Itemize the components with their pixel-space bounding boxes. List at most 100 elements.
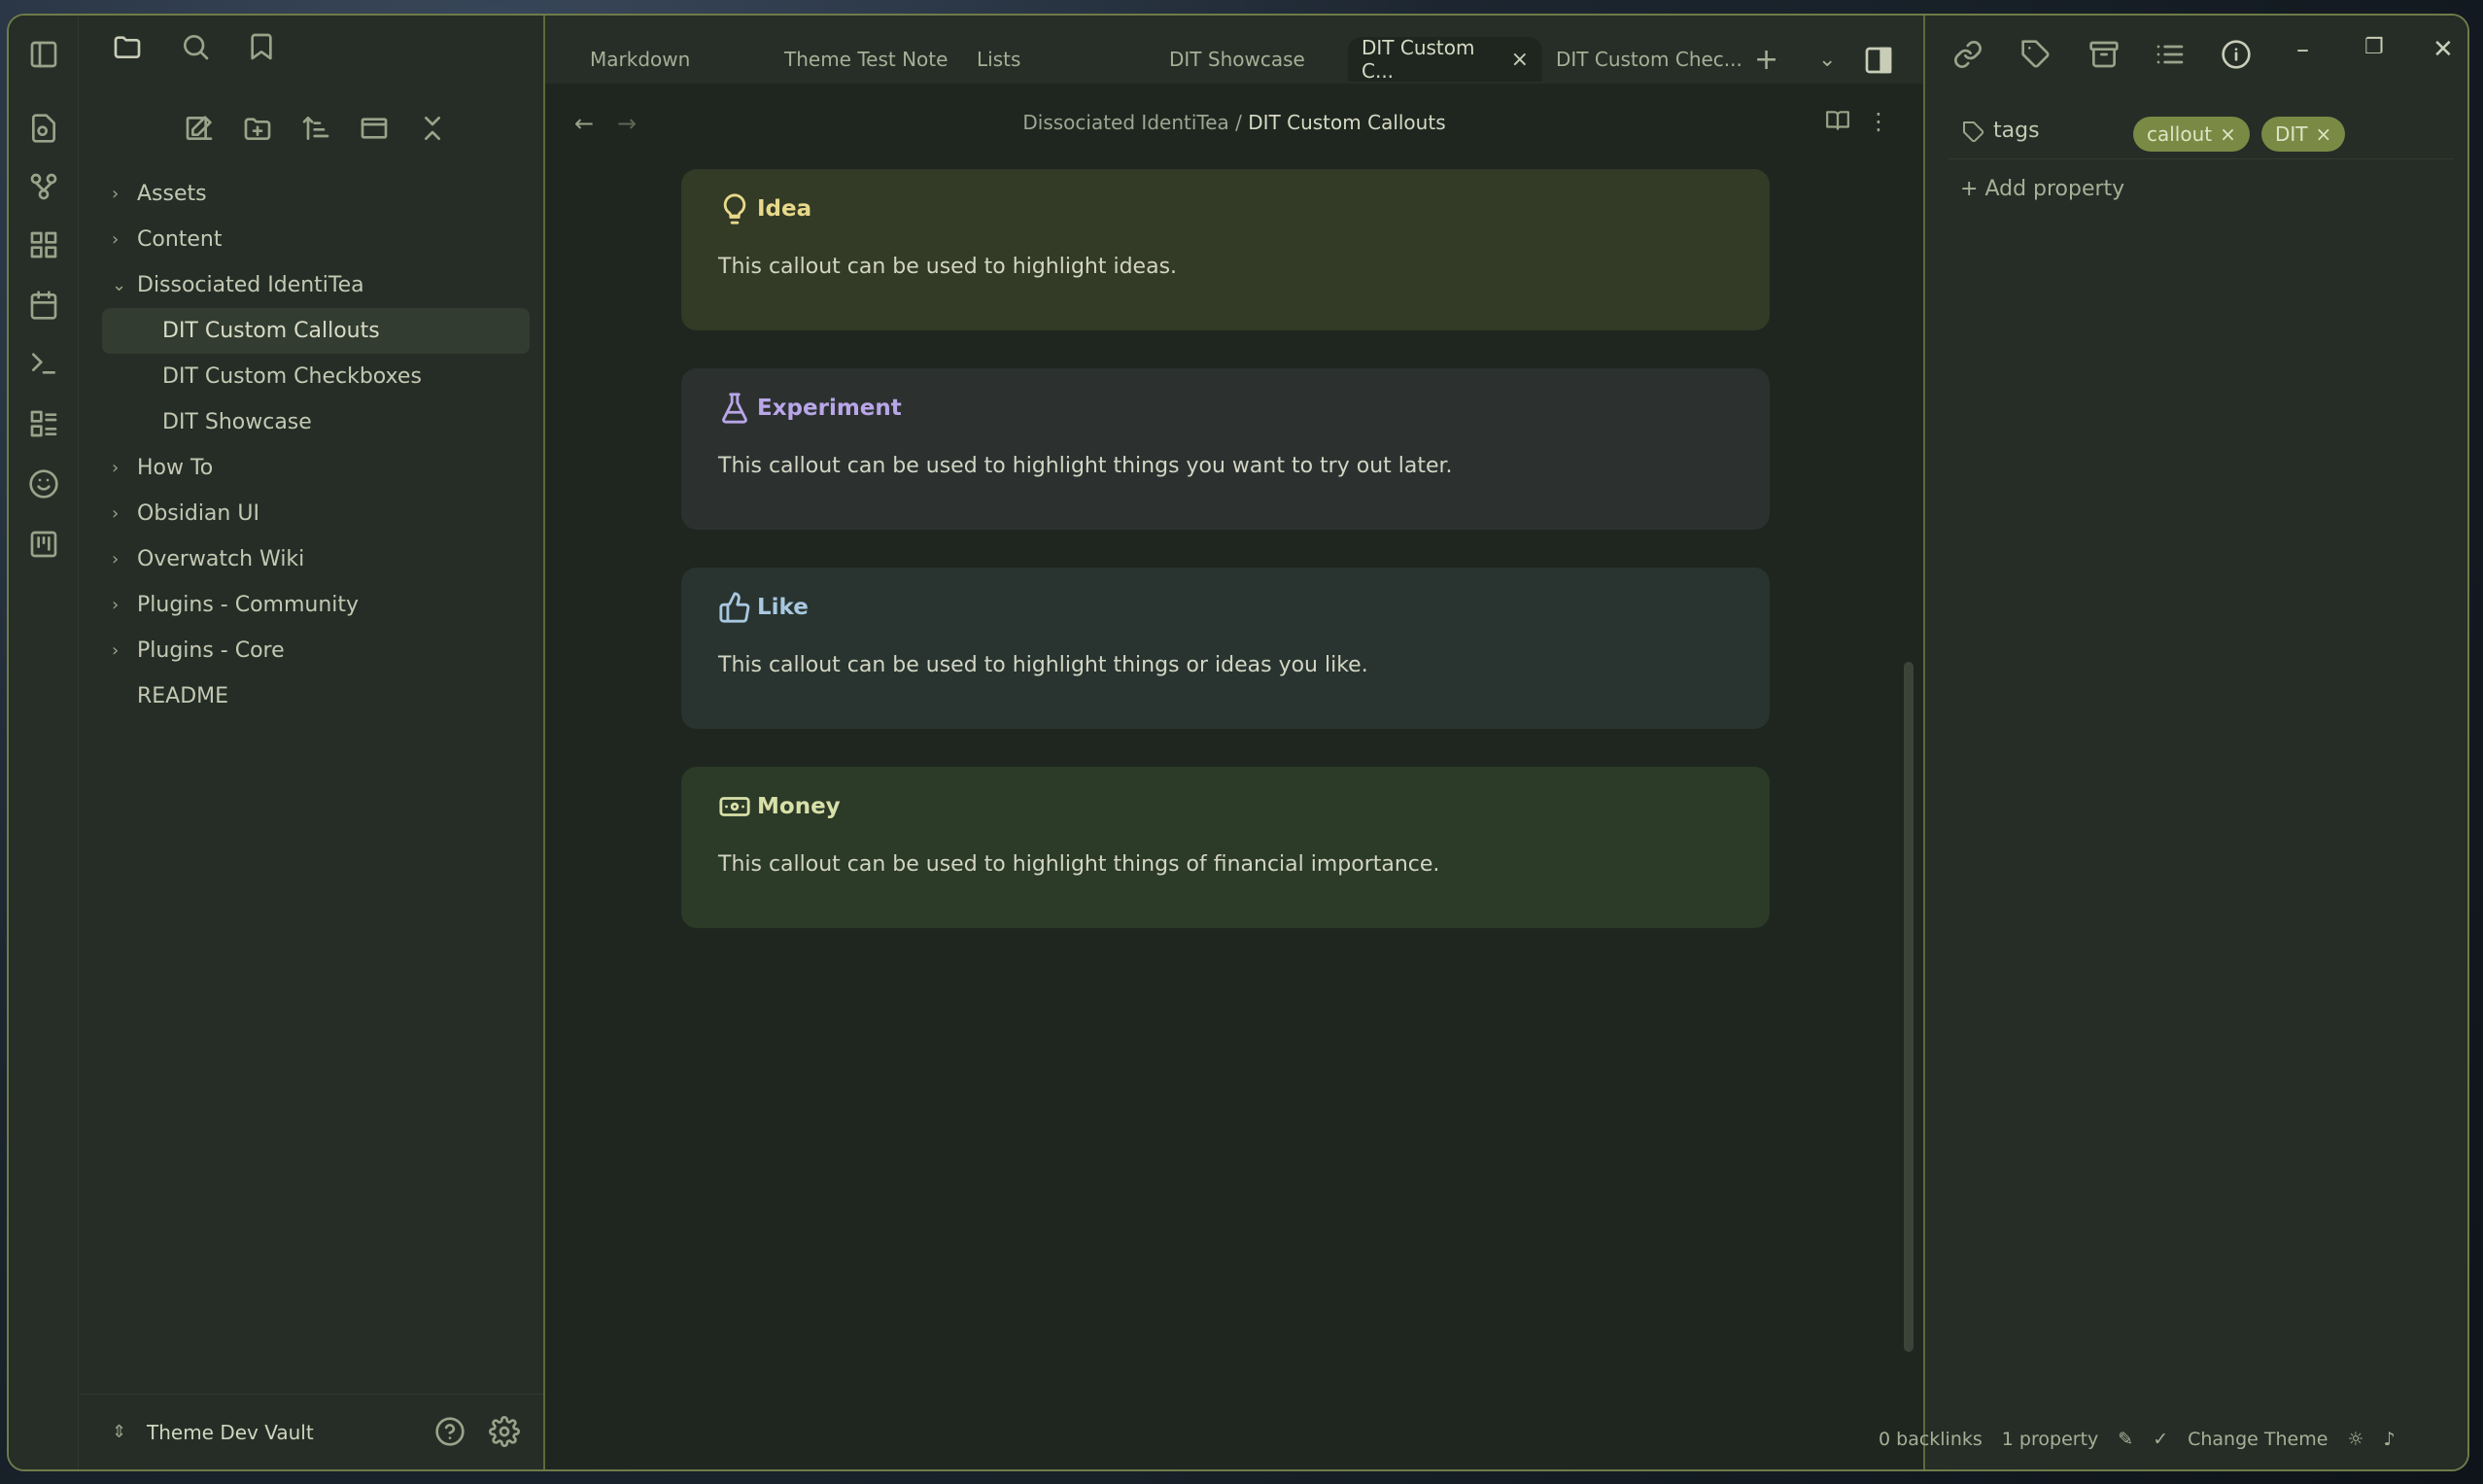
flask-icon <box>722 393 747 424</box>
breadcrumb-current: DIT Custom Callouts <box>1248 111 1446 134</box>
archive-icon[interactable] <box>2085 35 2123 74</box>
sun-icon[interactable]: ☼ <box>2347 1429 2363 1450</box>
tree-item-dit-custom-checkboxes[interactable]: DIT Custom Checkboxes <box>102 354 530 399</box>
close-tab-icon[interactable]: × <box>1511 48 1529 72</box>
tab-dit-custom-callouts[interactable]: DIT Custom C... × <box>1348 36 1542 83</box>
canvas-icon[interactable] <box>26 227 61 262</box>
callout-body: This callout can be used to highlight th… <box>718 852 1440 877</box>
reading-view-icon[interactable] <box>1818 101 1857 140</box>
tree-item-dissociated-identitea[interactable]: ⌄ Dissociated IdentiTea <box>102 262 530 308</box>
tag-pill-callout[interactable]: callout × <box>2133 117 2250 152</box>
tags-property-icon <box>1954 113 1993 152</box>
callout-experiment: Experiment This callout can be used to h… <box>681 368 1770 530</box>
auto-reveal-icon[interactable] <box>355 109 394 148</box>
bookmark-icon[interactable] <box>242 27 281 66</box>
file-nav-actions <box>79 105 543 152</box>
info-icon[interactable] <box>2217 35 2256 74</box>
callout-like: Like This callout can be used to highlig… <box>681 568 1770 729</box>
callout-body: This callout can be used to highlight th… <box>718 653 1368 677</box>
right-sidebar-toggle-icon[interactable] <box>1859 41 1898 80</box>
collapse-all-icon[interactable] <box>413 109 452 148</box>
left-sidebar: › Assets › Content ⌄ Dissociated IdentiTea … <box>79 16 545 1469</box>
breadcrumb-parent[interactable]: Dissociated IdentiTea <box>1022 111 1228 134</box>
open-file-icon[interactable] <box>26 111 61 146</box>
editor-scrollbar[interactable] <box>1904 662 1914 1352</box>
chevron-down-icon: ⌄ <box>112 275 127 295</box>
callout-title: Experiment <box>718 390 1733 427</box>
chevron-right-icon: › <box>112 503 120 524</box>
tab-dit-custom-checkboxes[interactable]: DIT Custom Chec... <box>1556 37 1742 82</box>
list-layout-icon[interactable] <box>26 406 61 441</box>
minimize-icon[interactable]: – <box>2296 35 2309 64</box>
property-tags: tags callout × DIT × <box>1948 105 2454 159</box>
smile-icon[interactable] <box>26 466 61 501</box>
callout-idea: Idea This callout can be used to highlig… <box>681 169 1770 330</box>
sidebar-toggle-icon[interactable] <box>26 37 61 72</box>
lightbulb-icon <box>723 193 746 224</box>
tree-item-dit-custom-callouts[interactable]: DIT Custom Callouts <box>102 308 530 354</box>
new-tab-icon[interactable]: + <box>1754 37 1778 82</box>
properties-count[interactable]: 1 property <box>2002 1429 2098 1450</box>
tree-item-dit-showcase[interactable]: DIT Showcase <box>102 399 530 445</box>
outline-icon[interactable] <box>2151 35 2190 74</box>
add-property-button[interactable]: + Add property <box>1960 177 2124 201</box>
tab-list-chevron-icon[interactable]: ⌄ <box>1818 37 1836 82</box>
calendar-icon[interactable] <box>26 288 61 323</box>
tab-theme-test-note[interactable]: Theme Test Note <box>784 37 948 82</box>
chevron-right-icon: › <box>112 229 120 250</box>
view-header: ← → Dissociated IdentiTea / DIT Custom C… <box>545 84 1923 161</box>
tree-item-plugins-core[interactable]: › Plugins - Core <box>102 628 530 673</box>
file-tree: › Assets › Content ⌄ Dissociated IdentiTea … <box>102 171 530 719</box>
ribbon <box>9 16 79 1469</box>
thumbs-up-icon <box>719 592 750 623</box>
tree-item-content[interactable]: › Content <box>102 217 530 262</box>
vault-name: Theme Dev Vault <box>147 1420 314 1444</box>
search-icon[interactable] <box>176 27 215 66</box>
kanban-icon[interactable] <box>26 527 61 562</box>
tree-item-overwatch-wiki[interactable]: › Overwatch Wiki <box>102 536 530 582</box>
callout-body: This callout can be used to highlight th… <box>718 454 1453 478</box>
tab-dit-showcase[interactable]: DIT Showcase <box>1169 37 1305 82</box>
vault-switcher[interactable]: ⇕ Theme Dev Vault <box>79 1394 543 1469</box>
sidebar-tab-header <box>79 16 543 82</box>
tab-lists[interactable]: Lists <box>977 37 1020 82</box>
graph-icon[interactable] <box>26 169 61 204</box>
callout-title: Idea <box>718 190 1733 227</box>
new-note-icon[interactable] <box>180 109 219 148</box>
change-theme-button[interactable]: Change Theme <box>2188 1429 2328 1450</box>
new-folder-icon[interactable] <box>238 109 277 148</box>
tree-item-plugins-community[interactable]: › Plugins - Community <box>102 582 530 628</box>
settings-gear-icon[interactable] <box>485 1412 524 1451</box>
tag-icon[interactable] <box>2017 35 2055 74</box>
backlinks-count[interactable]: 0 backlinks <box>1879 1429 1983 1450</box>
chevron-right-icon: › <box>112 640 120 661</box>
tree-item-readme[interactable]: README <box>102 673 530 719</box>
restore-icon[interactable]: ❐ <box>2364 35 2384 59</box>
remove-tag-icon[interactable]: × <box>2316 122 2332 146</box>
callout-title: Like <box>718 589 1733 626</box>
tree-item-assets[interactable]: › Assets <box>102 171 530 217</box>
bell-icon[interactable]: ♪ <box>2383 1429 2395 1450</box>
folder-icon[interactable] <box>108 27 147 66</box>
backlinks-icon[interactable] <box>1948 35 1987 74</box>
right-sidebar: – ❐ ✕ tags callout × DIT × + Add property … <box>1879 16 2467 1469</box>
callout-body: This callout can be used to highlight id… <box>718 255 1178 279</box>
more-options-icon[interactable]: ⋮ <box>1867 99 1890 144</box>
tree-item-how-to[interactable]: › How To <box>102 445 530 491</box>
chevron-updown-icon: ⇕ <box>112 1422 127 1442</box>
sync-check-icon[interactable]: ✓ <box>2153 1429 2168 1450</box>
tree-item-obsidian-ui[interactable]: › Obsidian UI <box>102 491 530 536</box>
help-icon[interactable] <box>431 1412 469 1451</box>
remove-tag-icon[interactable]: × <box>2220 122 2236 146</box>
tag-pill-dit[interactable]: DIT × <box>2261 117 2346 152</box>
tab-markdown[interactable]: Markdown <box>590 37 690 82</box>
sort-icon[interactable] <box>296 109 335 148</box>
chevron-right-icon: › <box>112 595 120 615</box>
chevron-right-icon: › <box>112 549 120 569</box>
callout-title: Money <box>718 788 1733 825</box>
property-name[interactable]: tags <box>1993 119 2040 143</box>
status-bar: 0 backlinks 1 property ✎ ✓ Change Theme … <box>1879 1409 2467 1469</box>
edit-pencil-icon[interactable]: ✎ <box>2118 1429 2133 1450</box>
close-window-icon[interactable]: ✕ <box>2432 35 2454 64</box>
terminal-icon[interactable] <box>26 346 61 381</box>
